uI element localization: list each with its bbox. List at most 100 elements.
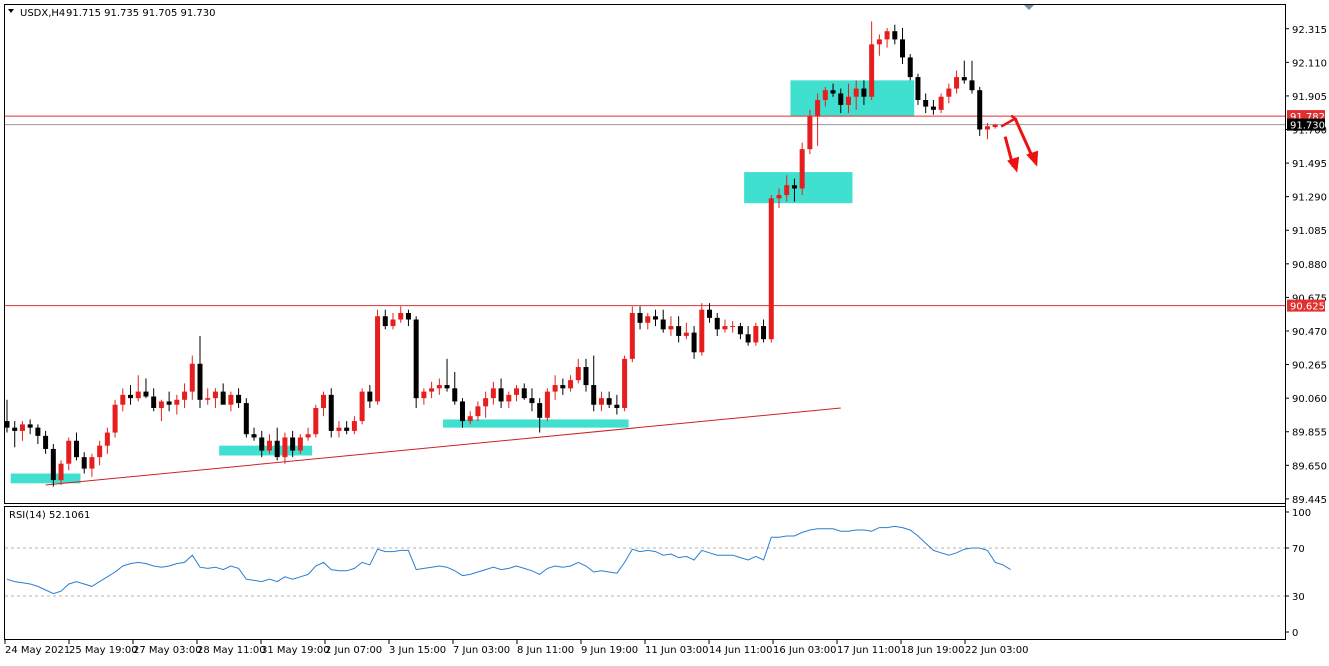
- candle-body: [938, 96, 944, 110]
- time-tick-label: 11 Jun 03:00: [645, 645, 709, 656]
- candle[interactable]: [768, 195, 774, 343]
- candle[interactable]: [622, 355, 628, 412]
- candle-body: [992, 124, 998, 128]
- time-tick-label: 25 May 19:00: [69, 645, 138, 656]
- candle-body: [977, 90, 983, 130]
- candle-body: [328, 394, 334, 431]
- candle[interactable]: [112, 399, 118, 438]
- support-zone[interactable]: [790, 80, 915, 117]
- candle-body: [297, 437, 303, 451]
- time-tick-label: 9 Jun 19:00: [581, 645, 638, 656]
- candle-body: [305, 434, 311, 438]
- candle-body: [43, 435, 49, 449]
- candle-body: [498, 388, 504, 402]
- candle-body: [652, 316, 658, 320]
- support-zone[interactable]: [10, 473, 81, 484]
- candle-body: [869, 44, 875, 97]
- candle-body: [761, 326, 767, 340]
- candle-body: [274, 440, 280, 458]
- candle-body: [753, 326, 759, 343]
- candle-body: [290, 437, 296, 451]
- candle-body: [923, 100, 929, 107]
- candle[interactable]: [699, 303, 705, 356]
- candle[interactable]: [243, 398, 249, 438]
- candle[interactable]: [629, 306, 635, 363]
- candle-body: [104, 432, 110, 446]
- candle-body: [637, 312, 643, 323]
- candle[interactable]: [328, 388, 334, 438]
- candle-body: [799, 149, 805, 189]
- candle-body: [444, 385, 450, 389]
- candle-body: [452, 388, 458, 402]
- symbol-label: USDX,H4: [20, 8, 65, 19]
- current-price-label: 91.730: [1290, 121, 1325, 132]
- candle-body: [776, 195, 782, 199]
- candle-body: [807, 116, 813, 150]
- candle[interactable]: [799, 142, 805, 196]
- candle-body: [506, 394, 512, 402]
- candle[interactable]: [313, 404, 319, 438]
- candle-body: [475, 406, 481, 417]
- candle-body: [660, 319, 666, 330]
- candle-body: [537, 403, 543, 418]
- candle-body: [514, 388, 520, 395]
- candle-body: [282, 437, 288, 458]
- time-tick-label: 14 Jun 11:00: [709, 645, 773, 656]
- candle-body: [19, 424, 25, 431]
- candle-body: [212, 391, 218, 399]
- candle-body: [143, 391, 149, 397]
- candle[interactable]: [753, 322, 759, 346]
- time-tick-label: 16 Jun 03:00: [773, 645, 837, 656]
- price-tick-label: 91.495: [1292, 159, 1327, 170]
- candle[interactable]: [807, 109, 813, 155]
- candle-body: [429, 388, 435, 392]
- candle-body: [737, 326, 743, 335]
- candle-body: [336, 427, 342, 431]
- candle-body: [189, 363, 195, 392]
- candle-body: [197, 363, 203, 400]
- candle-body: [390, 319, 396, 327]
- candle-body: [853, 88, 859, 97]
- price-tick-label: 92.315: [1292, 25, 1327, 36]
- candle-body: [12, 427, 18, 431]
- chart-canvas[interactable]: 92.31592.11091.90591.70091.49591.29091.0…: [0, 0, 1329, 662]
- rsi-tick-label: 0: [1292, 628, 1298, 639]
- candle-body: [784, 185, 790, 196]
- candle-body: [892, 31, 898, 40]
- candle-body: [930, 106, 936, 110]
- candle-body: [676, 326, 682, 336]
- candle[interactable]: [544, 388, 550, 422]
- candle[interactable]: [977, 86, 983, 137]
- candle-body: [830, 90, 836, 94]
- candle-body: [4, 421, 10, 428]
- price-tick-label: 90.470: [1292, 327, 1327, 338]
- time-tick-label: 24 May 2021: [5, 645, 70, 656]
- candle-body: [205, 398, 211, 400]
- candle-body: [367, 391, 373, 402]
- candle-body: [259, 437, 265, 451]
- candle-body: [243, 403, 249, 435]
- candle-body: [467, 416, 473, 422]
- candle-body: [58, 463, 64, 481]
- candle-body: [73, 440, 79, 458]
- candle-body: [876, 39, 882, 45]
- time-tick-label: 22 Jun 03:00: [965, 645, 1029, 656]
- time-tick-label: 7 Jun 03:00: [453, 645, 510, 656]
- candle[interactable]: [907, 54, 913, 81]
- candle[interactable]: [413, 316, 419, 408]
- candle-body: [166, 401, 172, 405]
- candle-body: [436, 385, 442, 389]
- candle-body: [699, 309, 705, 353]
- price-tick-label: 89.855: [1292, 428, 1327, 439]
- candle[interactable]: [375, 309, 381, 405]
- price-tick-label: 90.060: [1292, 394, 1327, 405]
- time-tick-label: 28 May 11:00: [197, 645, 266, 656]
- candle[interactable]: [359, 388, 365, 425]
- chart-window[interactable]: 92.315 92.110 91.905 91.700 91.495 91.290 91.0…: [0, 0, 1329, 662]
- candle-body: [251, 434, 257, 438]
- candle-body: [313, 407, 319, 435]
- candle-body: [969, 80, 975, 91]
- support-zone[interactable]: [744, 172, 853, 204]
- candle-body: [598, 398, 604, 405]
- chart-background: [0, 0, 1329, 662]
